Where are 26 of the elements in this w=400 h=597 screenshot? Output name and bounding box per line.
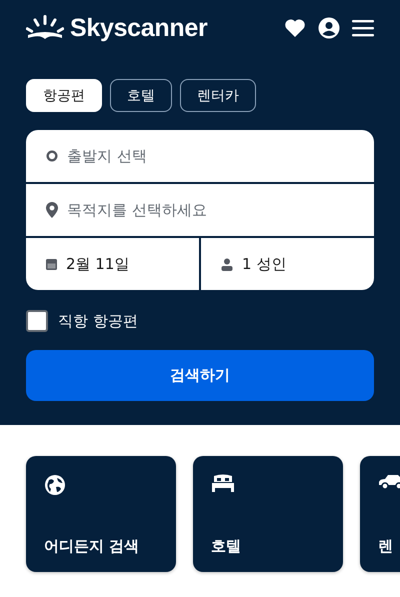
sunrise-logo-icon <box>26 15 64 41</box>
destination-field[interactable]: 목적지를 선택하세요 <box>26 184 374 236</box>
tab[interactable]: 호텔 <box>110 79 172 112</box>
category-card[interactable]: 어디든지 검색 <box>26 456 176 572</box>
origin-field[interactable]: 출발지 선택 <box>26 130 374 182</box>
logo-text: Skyscanner <box>70 14 208 42</box>
heart-icon[interactable] <box>284 18 306 38</box>
menu-icon[interactable] <box>352 19 374 37</box>
category-card[interactable]: 호텔 <box>193 456 343 572</box>
person-icon <box>221 258 233 270</box>
checkbox-label: 직항 항공편 <box>58 312 138 330</box>
checkbox[interactable] <box>26 310 48 332</box>
account-icon[interactable] <box>318 17 340 39</box>
globe-icon <box>44 474 66 496</box>
card-label: 렌 <box>378 537 393 556</box>
travellers-field[interactable]: 1 성인 <box>201 238 374 290</box>
car-icon <box>378 474 400 490</box>
calendar-icon <box>46 258 57 270</box>
card-label: 호텔 <box>211 537 241 556</box>
tab[interactable]: 항공편 <box>26 79 102 112</box>
tab[interactable]: 렌터카 <box>180 79 256 112</box>
date-field[interactable]: 2월 11일 <box>26 238 199 290</box>
bed-icon <box>211 474 235 492</box>
search-button[interactable]: 검색하기 <box>26 350 374 401</box>
card-label: 어디든지 검색 <box>44 537 140 556</box>
category-card[interactable]: 렌 <box>360 456 400 572</box>
